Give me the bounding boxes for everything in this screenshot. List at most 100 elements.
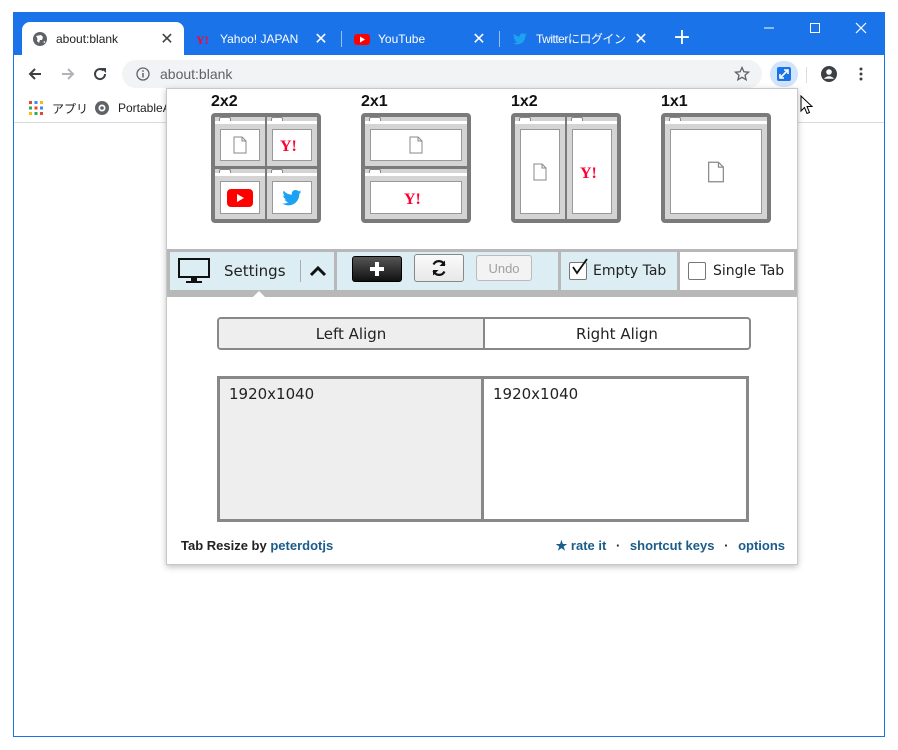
- bookmark-label: PortableA: [118, 101, 171, 115]
- twitter-icon: [512, 31, 528, 47]
- layout-pane: [665, 117, 767, 219]
- layout-1x2[interactable]: 1x2 Y!: [511, 93, 621, 223]
- tab-yahoo[interactable]: Y! Yahoo! JAPAN ✕: [186, 22, 338, 55]
- profile-icon: [821, 66, 837, 82]
- single-tab-option[interactable]: Single Tab: [680, 252, 794, 290]
- left-align-button[interactable]: Left Align: [219, 319, 485, 348]
- yahoo-icon: Y!: [280, 138, 297, 154]
- reset-button[interactable]: [414, 254, 464, 282]
- layout-thumbnail: Y!: [211, 113, 321, 223]
- settings-toggle[interactable]: Settings: [170, 252, 334, 298]
- tab-separator: [341, 31, 342, 47]
- tab-twitter[interactable]: Twitterにログイン ✕: [502, 22, 658, 55]
- tab-title: Twitterにログイン: [536, 32, 626, 46]
- yahoo-icon: Y!: [580, 165, 597, 181]
- display-screen-1[interactable]: 1920x1040: [217, 376, 484, 522]
- controls-bar: Settings Undo Empty Tab Single Tab: [167, 249, 797, 298]
- layout-1x1[interactable]: 1x1: [661, 93, 771, 223]
- layout-label: 2x2: [211, 93, 238, 110]
- youtube-icon: [354, 31, 370, 47]
- bookmark-star-icon[interactable]: [728, 66, 756, 82]
- layout-label: 1x1: [661, 93, 688, 110]
- empty-tab-option[interactable]: Empty Tab: [561, 252, 677, 290]
- checkmark-icon: [572, 258, 588, 275]
- mouse-cursor-icon: [800, 95, 814, 115]
- globe-icon: [32, 31, 48, 47]
- tab-separator: [499, 31, 500, 47]
- minimize-button[interactable]: [746, 13, 792, 43]
- new-tab-button[interactable]: +: [670, 27, 694, 51]
- close-window-button[interactable]: [838, 13, 884, 43]
- tab-title: YouTube: [378, 31, 426, 46]
- forward-arrow-icon: [62, 68, 75, 80]
- options-link[interactable]: options: [738, 538, 785, 553]
- tab-close-icon[interactable]: ✕: [312, 30, 330, 48]
- settings-label: Settings: [224, 262, 286, 280]
- back-arrow-icon: [28, 68, 41, 80]
- layout-thumbnail: Y!: [511, 113, 621, 223]
- address-bar[interactable]: about:blank: [122, 60, 762, 88]
- profile-button[interactable]: [816, 61, 842, 87]
- layout-pane: [215, 117, 265, 166]
- layout-2x1[interactable]: 2x1 Y!: [361, 93, 471, 223]
- popup-footer: Tab Resize by peterdotjs ★ rate it · sho…: [181, 538, 785, 556]
- menu-button[interactable]: [848, 61, 874, 87]
- svg-text:Y!: Y!: [280, 138, 297, 154]
- rate-it-link[interactable]: ★ rate it: [556, 538, 607, 553]
- author-link[interactable]: peterdotjs: [270, 538, 333, 553]
- kebab-menu-icon: [859, 67, 863, 81]
- back-button[interactable]: [22, 61, 48, 87]
- tab-youtube[interactable]: YouTube ✕: [344, 22, 496, 55]
- screen-resolution: 1920x1040: [229, 385, 315, 403]
- bookmark-apps[interactable]: アプリ: [28, 99, 88, 117]
- single-tab-checkbox[interactable]: [688, 262, 706, 280]
- layout-thumbnail: [661, 113, 771, 223]
- blank-page-icon: [533, 163, 547, 180]
- empty-tab-label: Empty Tab: [593, 263, 667, 279]
- layout-pane: [515, 117, 565, 219]
- address-text: about:blank: [160, 66, 233, 82]
- maximize-button[interactable]: [792, 13, 838, 43]
- svg-text:Y!: Y!: [196, 33, 209, 47]
- bookmark-portable[interactable]: PortableA: [94, 99, 171, 117]
- tab-title: Yahoo! JAPAN: [220, 31, 299, 46]
- tab-title: about:blank: [56, 31, 119, 46]
- right-align-button[interactable]: Right Align: [485, 319, 749, 348]
- layout-label: 1x2: [511, 93, 538, 110]
- layout-thumbnail: Y!: [361, 113, 471, 223]
- layout-label: 2x1: [361, 93, 388, 110]
- pointer-notch-icon: [252, 291, 266, 298]
- tab-close-icon[interactable]: ✕: [470, 30, 488, 48]
- alignment-toggle: Left Align Right Align: [217, 317, 751, 350]
- bookmark-label: アプリ: [52, 101, 89, 116]
- forward-button[interactable]: [55, 61, 81, 87]
- tab-close-icon[interactable]: ✕: [632, 30, 650, 48]
- undo-button[interactable]: Undo: [476, 255, 532, 281]
- tab-close-icon[interactable]: ✕: [158, 30, 176, 48]
- tab-about-blank[interactable]: about:blank ✕: [22, 22, 184, 55]
- yahoo-icon: Y!: [404, 191, 421, 207]
- plus-icon: [370, 262, 384, 276]
- svg-text:Y!: Y!: [404, 191, 421, 207]
- resize-icon: [777, 67, 791, 81]
- single-tab-label: Single Tab: [713, 263, 785, 279]
- yahoo-icon: Y!: [196, 31, 212, 47]
- blank-page-icon: [233, 136, 247, 154]
- reload-icon: [94, 68, 107, 81]
- youtube-icon: [227, 188, 253, 207]
- blank-page-icon: [409, 136, 423, 154]
- chevron-up-icon[interactable]: [309, 264, 327, 278]
- info-icon[interactable]: [130, 67, 156, 81]
- tab-resize-extension-button[interactable]: [770, 61, 798, 87]
- empty-tab-checkbox[interactable]: [569, 258, 588, 280]
- layout-2x2[interactable]: 2x2 Y!: [211, 93, 321, 223]
- app-credit: Tab Resize by: [181, 538, 267, 553]
- display-screen-2[interactable]: 1920x1040: [481, 376, 749, 522]
- layout-pane: [267, 169, 317, 219]
- svg-text:Y!: Y!: [580, 165, 597, 181]
- apps-grid-icon: [28, 100, 44, 116]
- reload-button[interactable]: [87, 61, 113, 87]
- footer-separator: ·: [724, 538, 729, 553]
- shortcut-keys-link[interactable]: shortcut keys: [630, 538, 715, 553]
- add-layout-button[interactable]: [352, 256, 402, 282]
